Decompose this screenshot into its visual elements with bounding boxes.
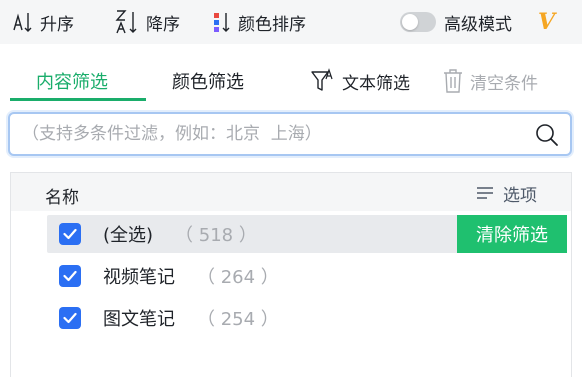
active-tab-indicator xyxy=(10,98,146,101)
sort-ascending-icon xyxy=(13,13,32,32)
sort-descending-label: 降序 xyxy=(146,14,180,35)
advanced-mode-toggle[interactable] xyxy=(400,12,436,32)
color-sort-button[interactable]: 颜色排序 xyxy=(212,8,306,36)
clear-conditions-button[interactable]: 清空条件 xyxy=(442,66,538,96)
list-item[interactable]: 图文笔记 （ 254 ） xyxy=(47,299,567,337)
clear-conditions-label: 清空条件 xyxy=(470,73,538,94)
list-header: 名称 选项 xyxy=(11,173,571,211)
list-item[interactable]: 视频笔记 （ 264 ） xyxy=(47,257,567,295)
color-sort-label: 颜色排序 xyxy=(238,14,306,35)
tab-content-filter[interactable]: 内容筛选 xyxy=(36,68,108,94)
list-options-icon xyxy=(477,187,493,199)
clear-filter-button[interactable]: 清除筛选 xyxy=(457,215,567,253)
color-sort-icon xyxy=(214,13,230,32)
sort-ascending-button[interactable]: 升序 xyxy=(12,8,74,36)
advanced-mode: 高级模式 xyxy=(400,8,512,36)
trash-icon xyxy=(444,69,462,93)
filter-text-icon xyxy=(311,68,333,91)
checkbox-checked-icon[interactable] xyxy=(59,223,81,245)
vip-badge-icon[interactable]: V xyxy=(538,9,555,35)
sort-descending-button[interactable]: 降序 xyxy=(114,8,180,36)
search-box xyxy=(8,112,572,156)
advanced-mode-label: 高级模式 xyxy=(444,14,512,35)
checkbox-checked-icon[interactable] xyxy=(59,307,81,329)
list-item-label: (全选) xyxy=(103,225,154,246)
list-item-select-all[interactable]: (全选) （ 518 ） 清除筛选 xyxy=(47,215,567,253)
text-filter-button[interactable]: 文本筛选 xyxy=(310,66,410,96)
search-input[interactable] xyxy=(22,114,522,154)
filter-list-panel: 名称 选项 (全选) （ 518 ） 清除筛选 视频笔记 （ 264 ） 图文笔… xyxy=(10,172,572,377)
sort-ascending-label: 升序 xyxy=(40,14,74,35)
text-filter-label: 文本筛选 xyxy=(342,73,410,94)
list-item-count: （ 518 ） xyxy=(175,225,257,246)
checkbox-checked-icon[interactable] xyxy=(59,265,81,287)
options-button[interactable]: 选项 xyxy=(475,182,537,206)
toggle-knob xyxy=(402,14,418,30)
list-item-count: （ 254 ） xyxy=(197,309,279,330)
tab-color-filter[interactable]: 颜色筛选 xyxy=(172,68,244,94)
column-name-label: 名称 xyxy=(45,188,79,208)
toolbar: 升序 降序 颜色排序 高级模式 V xyxy=(0,0,582,44)
search-icon[interactable] xyxy=(534,122,560,148)
sort-descending-icon xyxy=(115,10,137,34)
list-item-label: 视频笔记 xyxy=(103,267,175,288)
options-label: 选项 xyxy=(503,185,537,206)
list-item-label: 图文笔记 xyxy=(103,309,175,330)
list-item-count: （ 264 ） xyxy=(197,267,279,288)
